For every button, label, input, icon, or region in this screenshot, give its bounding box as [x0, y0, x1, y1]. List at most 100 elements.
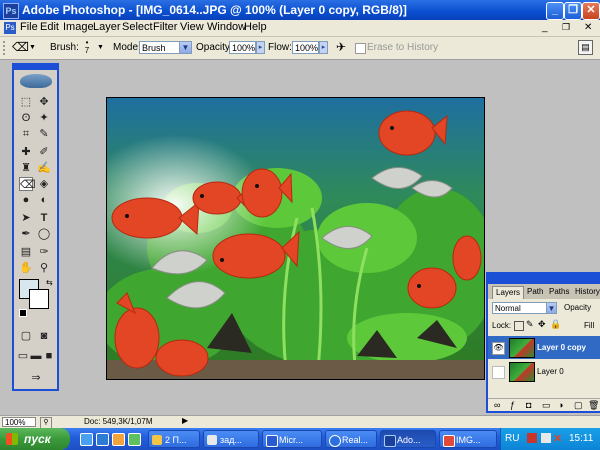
swap-colors-icon[interactable]: ⇆ — [46, 278, 53, 287]
default-colors-icon[interactable] — [19, 309, 27, 317]
shape-tool-icon[interactable]: ◯ — [37, 227, 51, 241]
standard-mode-icon[interactable]: ▢ — [19, 329, 33, 343]
task-image[interactable]: IMG... — [439, 430, 497, 448]
adjustment-layer-icon[interactable]: ◑ — [558, 400, 563, 410]
document-canvas[interactable] — [106, 97, 485, 380]
background-color-swatch[interactable] — [29, 289, 49, 309]
jump-to-imageready-icon[interactable]: ⇒ — [21, 371, 51, 385]
menu-select[interactable]: Select — [122, 21, 153, 33]
minimize-button[interactable]: _ — [546, 2, 564, 20]
link-layers-icon[interactable]: ∞ — [494, 400, 500, 410]
marquee-tool-icon[interactable]: ⬚ — [19, 95, 33, 109]
palette-well-icon[interactable]: ▤ — [578, 40, 593, 55]
task-document[interactable]: зад... — [203, 430, 259, 448]
opacity-arrow-icon[interactable]: ▸ — [256, 41, 265, 54]
history-brush-tool-icon[interactable]: ✍ — [37, 161, 51, 175]
adobe-feather-icon[interactable] — [20, 74, 52, 88]
hand-tool-icon[interactable]: ✋ — [19, 261, 33, 275]
tool-preset-arrow-icon[interactable]: ▼ — [29, 44, 36, 51]
menu-window[interactable]: Window — [207, 21, 246, 33]
document-icon[interactable]: Ps — [4, 22, 16, 34]
paint-bucket-tool-icon[interactable]: ◈ — [37, 177, 51, 191]
opacity-input[interactable]: 100% — [229, 41, 256, 54]
lock-transparency-icon[interactable] — [514, 321, 524, 331]
task-word[interactable]: Micr... — [262, 430, 322, 448]
screen-mode-full-icon[interactable]: ■ — [42, 349, 56, 363]
delete-layer-icon[interactable]: 🗑 — [588, 400, 599, 411]
zoom-field[interactable]: 100% — [2, 417, 36, 427]
quick-mask-mode-icon[interactable]: ◙ — [37, 329, 51, 343]
quicklaunch-ie-icon[interactable] — [96, 433, 109, 446]
new-group-icon[interactable]: ▭ — [542, 400, 551, 411]
zoom-tool-icon[interactable]: ⚲ — [37, 261, 51, 275]
tab-layers[interactable]: Layers — [492, 286, 525, 299]
layer-style-icon[interactable]: ƒ — [510, 400, 515, 410]
pen-tool-icon[interactable]: ✒ — [19, 227, 33, 241]
visibility-eye-icon[interactable]: 👁 — [492, 342, 505, 355]
doc-minimize-button[interactable]: _ — [542, 22, 554, 33]
screen-mode-menubar-icon[interactable]: ▬ — [29, 349, 43, 363]
menu-filter[interactable]: Filter — [153, 21, 177, 33]
type-tool-icon[interactable]: T — [37, 211, 51, 225]
eraser-tool-icon[interactable]: ⌫ — [12, 40, 29, 54]
tab-paths[interactable]: Paths — [546, 286, 572, 298]
start-button[interactable]: пуск — [0, 428, 70, 450]
doc-close-button[interactable]: ✕ — [584, 22, 596, 33]
lock-pixels-icon[interactable]: ✎ — [526, 319, 534, 330]
notes-tool-icon[interactable]: ▤ — [19, 245, 33, 259]
airbrush-icon[interactable]: ✈ — [336, 40, 346, 54]
layers-panel-title-bar[interactable] — [488, 274, 600, 284]
erase-history-checkbox[interactable] — [355, 43, 366, 54]
task-photoshop[interactable]: Ado... — [380, 430, 436, 448]
menu-edit[interactable]: Edit — [40, 21, 59, 33]
flow-input[interactable]: 100% — [292, 41, 319, 54]
close-button[interactable]: ✕ — [582, 2, 600, 20]
blur-tool-icon[interactable]: ● — [19, 193, 33, 207]
mode-dropdown-icon[interactable]: ▼ — [179, 41, 192, 54]
quicklaunch-desktop-icon[interactable] — [80, 433, 93, 446]
healing-brush-tool-icon[interactable]: ✚ — [19, 145, 33, 159]
eraser-tool-icon[interactable]: ⌫ — [19, 177, 36, 191]
status-menu-arrow-icon[interactable]: ▶ — [182, 416, 188, 425]
flow-arrow-icon[interactable]: ▸ — [319, 41, 328, 54]
restore-button[interactable]: ❐ — [564, 2, 582, 20]
lock-position-icon[interactable]: ✥ — [538, 319, 546, 330]
menu-file[interactable]: File — [20, 21, 38, 33]
move-tool-icon[interactable]: ✥ — [37, 95, 51, 109]
layer-row[interactable]: Layer 0 — [488, 360, 600, 383]
toolbox-title-bar[interactable] — [14, 65, 57, 70]
eyedropper-tool-icon[interactable]: ✑ — [37, 245, 51, 259]
visibility-toggle[interactable] — [492, 366, 505, 379]
crop-tool-icon[interactable]: ⌗ — [19, 127, 33, 141]
tab-path[interactable]: Path — [524, 286, 546, 298]
tray-app-icon[interactable] — [527, 433, 537, 443]
options-grip[interactable] — [3, 41, 9, 55]
tab-history[interactable]: History — [572, 286, 600, 298]
task-realplayer[interactable]: Real... — [325, 430, 377, 448]
magic-wand-tool-icon[interactable]: ✦ — [37, 111, 51, 125]
quicklaunch-media-icon[interactable] — [112, 433, 125, 446]
screen-mode-standard-icon[interactable]: ▭ — [16, 349, 30, 363]
tray-volume-icon[interactable] — [541, 433, 551, 443]
dodge-tool-icon[interactable]: ◐ — [37, 193, 51, 207]
quicklaunch-app-icon[interactable] — [128, 433, 141, 446]
doc-restore-button[interactable]: ❐ — [562, 22, 574, 33]
menu-layer[interactable]: Layer — [93, 21, 121, 33]
lasso-tool-icon[interactable]: ʘ — [19, 111, 33, 125]
language-indicator[interactable]: RU — [505, 433, 519, 444]
menu-view[interactable]: View — [180, 21, 204, 33]
tray-network-icon[interactable]: ✕ — [553, 432, 562, 445]
clone-stamp-tool-icon[interactable]: ♜ — [19, 161, 33, 175]
layer-row[interactable]: 👁 Layer 0 copy — [488, 336, 600, 359]
new-layer-icon[interactable]: ▢ — [574, 400, 583, 411]
menu-help[interactable]: Help — [244, 21, 267, 33]
brush-picker-arrow-icon[interactable]: ▼ — [97, 44, 104, 51]
path-selection-tool-icon[interactable]: ➤ — [19, 211, 33, 225]
slice-tool-icon[interactable]: ✎ — [37, 127, 51, 141]
task-folder[interactable]: 2 П... — [148, 430, 200, 448]
menu-image[interactable]: Image — [63, 21, 94, 33]
layer-mask-icon[interactable]: ◘ — [526, 400, 531, 410]
brush-preview[interactable]: • 7 — [80, 39, 94, 57]
brush-tool-icon[interactable]: ✐ — [37, 145, 51, 159]
blend-mode-dropdown-icon[interactable]: ▼ — [546, 302, 557, 314]
